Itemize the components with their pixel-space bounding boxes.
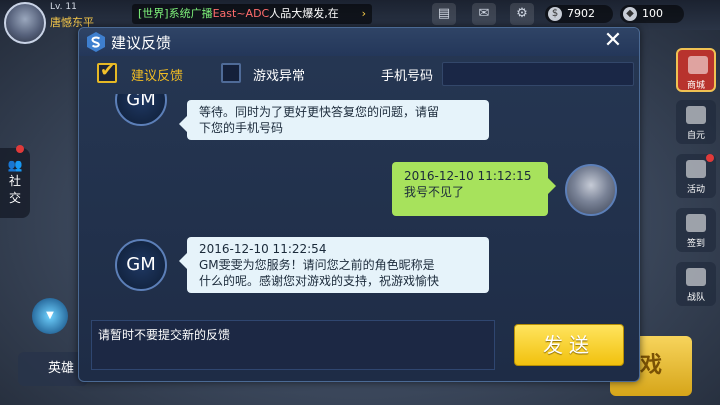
gear-icon[interactable]: ⚙ bbox=[510, 3, 534, 25]
signin-button[interactable]: 签到 bbox=[676, 208, 716, 252]
world-broadcast[interactable]: [世界]系统广播East~ADC人品大爆发,在 › bbox=[132, 4, 372, 24]
gift-box-icon bbox=[686, 160, 706, 178]
message-time: 2016-12-10 11:22:54 bbox=[199, 242, 327, 256]
coin-counter[interactable]: $ 7902 bbox=[545, 5, 613, 23]
message-text-line: 什么的呢。感谢您对游戏的支持，祝游戏愉快 bbox=[199, 274, 440, 288]
broadcast-player: East~ADC bbox=[212, 7, 270, 20]
user-avatar bbox=[565, 164, 617, 216]
team-label: 战队 bbox=[686, 293, 705, 303]
s-logo-icon bbox=[87, 32, 105, 52]
feedback-dialog: 建议反馈 ✕ 建议反馈 游戏异常 手机号码 GM 等待。同时为了更好更快答复您的… bbox=[78, 27, 640, 382]
notification-dot bbox=[16, 145, 24, 153]
gm-message: 2016-12-10 11:22:54 GM雯雯为您服务！请问您之前的角色昵称是… bbox=[179, 237, 489, 293]
event-button[interactable]: 活动 bbox=[676, 154, 716, 198]
broadcast-text: 人品大爆发,在 bbox=[269, 7, 339, 20]
mail-icon[interactable]: ✉ bbox=[472, 3, 496, 25]
phone-input[interactable] bbox=[442, 62, 634, 86]
dialog-title-bar: 建议反馈 ✕ bbox=[79, 28, 639, 56]
event-label: 活动 bbox=[686, 185, 705, 195]
social-label-1: 社 bbox=[8, 174, 21, 188]
tab-game-error[interactable]: 游戏异常 bbox=[253, 65, 305, 84]
dialog-title: 建议反馈 bbox=[111, 34, 172, 52]
message-text: 我号不见了 bbox=[404, 185, 465, 199]
cart-icon bbox=[688, 56, 708, 74]
gm-message: 等待。同时为了更好更快答复您的问题，请留 下您的手机号码 bbox=[179, 100, 489, 140]
phone-label: 手机号码 bbox=[381, 69, 434, 84]
social-icon: 👥 bbox=[7, 158, 23, 172]
signin-label: 签到 bbox=[686, 239, 705, 249]
menu-label-2: 自元 bbox=[686, 131, 705, 141]
shop-button[interactable]: 商城 bbox=[676, 48, 716, 92]
feedback-tabs: 建议反馈 游戏异常 手机号码 bbox=[79, 58, 639, 90]
message-text-line: GM雯雯为您服务！请问您之前的角色昵称是 bbox=[199, 258, 435, 272]
team-button[interactable]: 战队 bbox=[676, 262, 716, 306]
send-button[interactable]: 发送 bbox=[514, 324, 624, 366]
diamond-value: 100 bbox=[642, 7, 663, 20]
chat-area[interactable]: GM 等待。同时为了更好更快答复您的问题，请留 下您的手机号码 2016-12-… bbox=[83, 94, 636, 312]
message-time: 2016-12-10 11:12:15 bbox=[404, 169, 532, 183]
shop-label: 商城 bbox=[686, 81, 705, 91]
message-text-line: 等待。同时为了更好更快答复您的问题，请留 bbox=[199, 105, 440, 119]
social-label-2: 交 bbox=[8, 191, 21, 205]
social-button[interactable]: 👥 社 交 bbox=[0, 145, 30, 218]
diamond-icon: ◆ bbox=[623, 7, 637, 21]
player-avatar[interactable] bbox=[4, 2, 46, 44]
broadcast-arrow-icon[interactable]: › bbox=[362, 4, 366, 24]
coin-value: 7902 bbox=[567, 7, 595, 20]
gm-avatar: GM bbox=[115, 239, 167, 291]
broadcast-system: 系统广播 bbox=[168, 7, 213, 20]
broadcast-channel: [世界] bbox=[138, 7, 169, 20]
game-error-checkbox[interactable] bbox=[221, 63, 241, 83]
suggestion-checkbox[interactable] bbox=[97, 60, 117, 83]
menu-button-2[interactable]: 自元 bbox=[676, 100, 716, 144]
notification-dot bbox=[706, 154, 714, 162]
calendar-icon bbox=[686, 214, 706, 232]
tab-suggestion[interactable]: 建议反馈 bbox=[131, 65, 183, 84]
gm-avatar: GM bbox=[115, 94, 167, 126]
gift-icon[interactable]: ▤ bbox=[432, 3, 456, 25]
close-icon[interactable]: ✕ bbox=[601, 29, 625, 53]
user-message: 2016-12-10 11:12:15 我号不见了 bbox=[392, 162, 556, 216]
message-text-line: 下您的手机号码 bbox=[199, 121, 284, 135]
diamond-counter[interactable]: ◆ 100 bbox=[620, 5, 684, 23]
team-icon bbox=[686, 268, 706, 286]
coin-icon: $ bbox=[548, 7, 562, 21]
menu-icon-2 bbox=[686, 106, 706, 124]
player-level: Lv. 11 bbox=[50, 2, 77, 12]
feedback-input[interactable]: 请暂时不要提交新的反馈 bbox=[91, 320, 495, 370]
rank-badge-icon[interactable]: ▼ bbox=[32, 298, 68, 334]
